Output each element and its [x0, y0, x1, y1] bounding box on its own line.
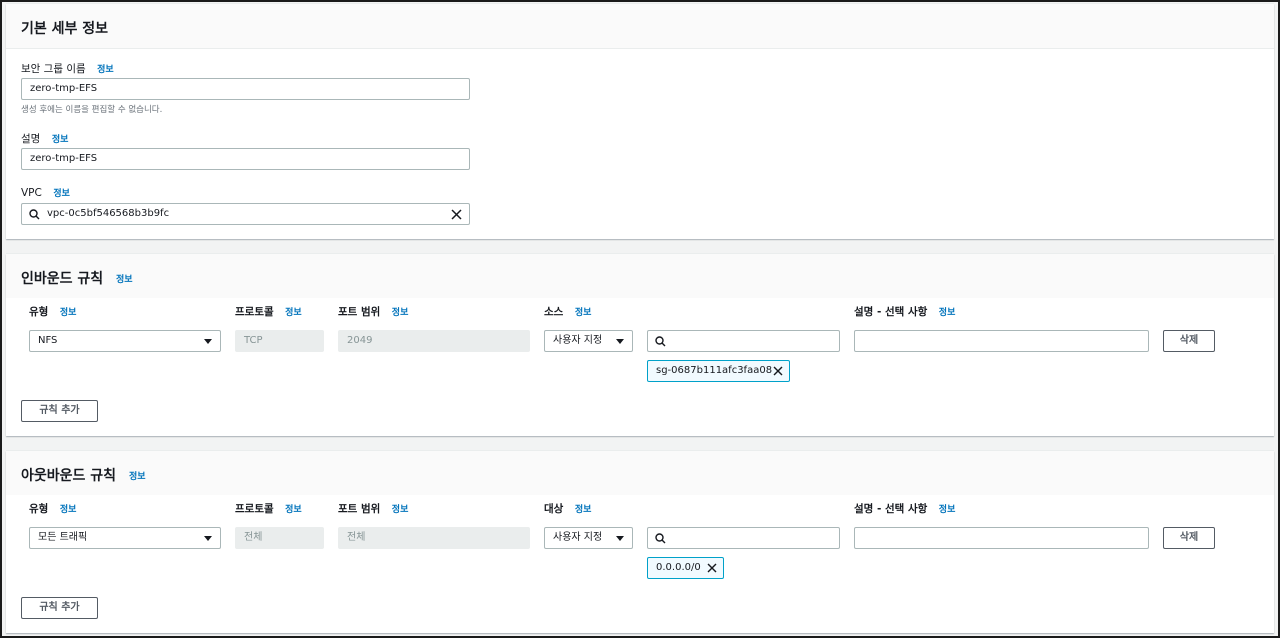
col-protocol-header: 프로토콜 정보	[235, 306, 302, 318]
outbound-dest-select[interactable]: 사용자 지정	[544, 527, 633, 549]
col-port-header: 포트 범위 정보	[338, 306, 409, 318]
remove-token-icon[interactable]	[773, 366, 783, 376]
outbound-type-select[interactable]: 모든 트래픽	[29, 527, 221, 549]
inbound-source-token: sg-0687b111afc3faa08	[647, 360, 790, 382]
clear-icon[interactable]	[451, 209, 462, 220]
inbound-source-select[interactable]: 사용자 지정	[544, 330, 633, 352]
caret-down-icon	[616, 339, 624, 344]
vpc-value: vpc-0c5bf546568b3b9fc	[47, 208, 170, 219]
outbound-delete-button[interactable]: 삭제	[1163, 527, 1215, 549]
desc-label: 설명	[21, 133, 41, 145]
outbound-port-field: 전체	[338, 527, 530, 549]
description-input[interactable]: zero-tmp-EFS	[21, 148, 470, 170]
sg-name-input[interactable]: zero-tmp-EFS	[21, 78, 470, 100]
vpc-label: VPC	[21, 187, 42, 199]
outbound-description-input[interactable]	[854, 527, 1149, 549]
desc-info-link[interactable]: 정보	[52, 135, 69, 145]
col-protocol-header: 프로토콜 정보	[235, 503, 302, 515]
outbound-info-link[interactable]: 정보	[129, 469, 146, 482]
caret-down-icon	[204, 536, 212, 541]
basic-details-header: 기본 세부 정보	[6, 4, 1274, 49]
outbound-dest-search[interactable]	[647, 527, 840, 549]
outbound-protocol-field: 전체	[235, 527, 324, 549]
inbound-title: 인바운드 규칙	[21, 271, 104, 287]
inbound-protocol-field: TCP	[235, 330, 324, 352]
basic-details-title: 기본 세부 정보	[21, 21, 109, 37]
remove-token-icon[interactable]	[707, 563, 717, 573]
outbound-rules-panel: 아웃바운드 규칙 정보 유형 정보 프로토콜 정보 포트 범위 정보 대상 정보…	[6, 451, 1274, 633]
col-desc-header: 설명 - 선택 사항 정보	[854, 306, 956, 318]
outbound-header: 아웃바운드 규칙 정보	[6, 451, 1274, 495]
col-desc-header: 설명 - 선택 사항 정보	[854, 503, 956, 515]
inbound-header: 인바운드 규칙 정보	[6, 254, 1274, 298]
inbound-description-input[interactable]	[854, 330, 1149, 352]
inbound-type-select[interactable]: NFS	[29, 330, 221, 352]
search-icon	[29, 209, 40, 220]
sg-name-info-link[interactable]: 정보	[97, 65, 114, 75]
sg-name-label-row: 보안 그룹 이름 정보	[21, 61, 114, 76]
inbound-delete-button[interactable]: 삭제	[1163, 330, 1215, 352]
sg-name-label: 보안 그룹 이름	[21, 63, 86, 75]
outbound-dest-token: 0.0.0.0/0	[647, 557, 724, 579]
inbound-source-search[interactable]	[647, 330, 840, 352]
col-port-header: 포트 범위 정보	[338, 503, 409, 515]
caret-down-icon	[204, 339, 212, 344]
col-dest-header: 대상 정보	[544, 503, 592, 515]
col-source-header: 소스 정보	[544, 306, 592, 318]
caret-down-icon	[616, 536, 624, 541]
inbound-add-rule-button[interactable]: 규칙 추가	[21, 400, 98, 422]
vpc-info-link[interactable]: 정보	[53, 189, 70, 199]
search-icon	[655, 336, 666, 347]
basic-details-panel: 기본 세부 정보 보안 그룹 이름 정보 zero-tmp-EFS 생성 후에는…	[6, 4, 1274, 239]
inbound-info-link[interactable]: 정보	[116, 272, 133, 285]
inbound-rules-panel: 인바운드 규칙 정보 유형 정보 프로토콜 정보 포트 범위 정보 소스 정보 …	[6, 254, 1274, 436]
vpc-select-input[interactable]: vpc-0c5bf546568b3b9fc	[21, 203, 470, 225]
outbound-add-rule-button[interactable]: 규칙 추가	[21, 597, 98, 619]
col-type-header: 유형 정보	[29, 306, 77, 318]
col-type-header: 유형 정보	[29, 503, 77, 515]
search-icon	[655, 533, 666, 544]
vpc-label-row: VPC 정보	[21, 186, 70, 199]
outbound-title: 아웃바운드 규칙	[21, 468, 117, 484]
desc-label-row: 설명 정보	[21, 131, 68, 146]
sg-name-hint: 생성 후에는 이름을 편집할 수 없습니다.	[21, 105, 163, 115]
inbound-port-field: 2049	[338, 330, 530, 352]
